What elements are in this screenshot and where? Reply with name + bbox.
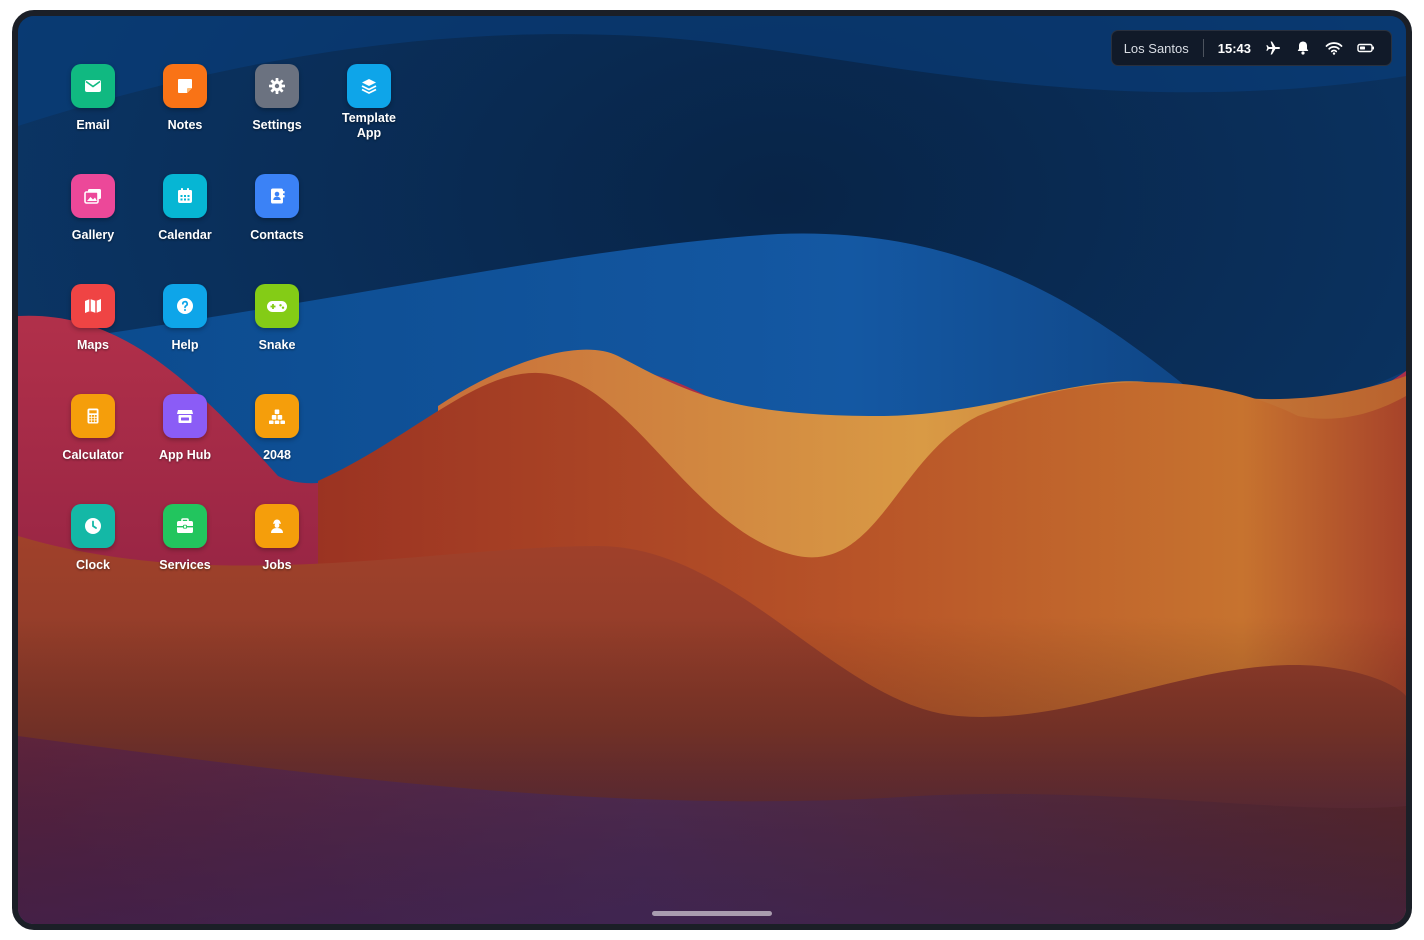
app-template-app[interactable]: Template App	[323, 64, 415, 141]
app-snake[interactable]: Snake	[231, 284, 323, 353]
app-tile[interactable]	[71, 64, 115, 108]
gear-icon	[269, 78, 285, 94]
app-tile[interactable]	[347, 64, 391, 108]
app-tile[interactable]	[255, 64, 299, 108]
app-tile[interactable]	[163, 64, 207, 108]
app-tile[interactable]	[71, 284, 115, 328]
app-label: Gallery	[71, 228, 115, 242]
app-label: Settings	[252, 118, 302, 132]
app-tile[interactable]	[163, 394, 207, 438]
note-icon	[178, 79, 192, 93]
app-label: Contacts	[250, 228, 304, 242]
app-label: 2048	[263, 448, 291, 462]
map-icon	[85, 299, 101, 313]
app-label: Email	[76, 118, 110, 132]
app-2048[interactable]: 2048	[231, 394, 323, 463]
app-tile[interactable]	[255, 504, 299, 548]
briefcase-icon	[177, 518, 193, 533]
app-notes[interactable]: Notes	[139, 64, 231, 133]
clock-icon	[85, 518, 101, 534]
app-services[interactable]: Services	[139, 504, 231, 573]
app-contacts[interactable]: Contacts	[231, 174, 323, 243]
app-label: App Hub	[158, 448, 212, 462]
app-gallery[interactable]: Gallery	[47, 174, 139, 243]
app-label: Template App	[342, 111, 396, 140]
app-label: Notes	[167, 118, 203, 132]
app-tile[interactable]	[71, 394, 115, 438]
mail-icon	[85, 80, 101, 92]
app-help[interactable]: Help	[139, 284, 231, 353]
app-clock[interactable]: Clock	[47, 504, 139, 573]
gamepad-icon	[267, 301, 287, 312]
app-label: Help	[171, 338, 199, 352]
app-label: Services	[159, 558, 211, 572]
app-tile[interactable]	[71, 174, 115, 218]
app-label: Maps	[77, 338, 109, 352]
home-indicator[interactable]	[652, 911, 772, 916]
images-icon	[84, 189, 101, 204]
app-label: Snake	[258, 338, 296, 352]
calendar-icon	[178, 188, 192, 203]
app-tile[interactable]	[255, 284, 299, 328]
app-tile[interactable]	[255, 394, 299, 438]
app-label: Calculator	[62, 448, 124, 462]
app-label: Calendar	[158, 228, 212, 242]
worker-icon	[271, 519, 283, 533]
cubes-icon	[269, 409, 285, 424]
app-grid: Email Notes Settings Template App Galler	[18, 16, 1406, 924]
app-app-hub[interactable]: App Hub	[139, 394, 231, 463]
app-jobs[interactable]: Jobs	[231, 504, 323, 573]
app-label: Clock	[75, 558, 111, 572]
app-settings[interactable]: Settings	[231, 64, 323, 133]
app-calculator[interactable]: Calculator	[47, 394, 139, 463]
app-tile[interactable]	[163, 174, 207, 218]
calculator-icon	[87, 408, 99, 424]
app-tile[interactable]	[163, 504, 207, 548]
app-tile[interactable]	[255, 174, 299, 218]
store-icon	[177, 410, 193, 423]
app-label: Jobs	[262, 558, 292, 572]
app-maps[interactable]: Maps	[47, 284, 139, 353]
help-icon	[177, 298, 193, 314]
app-tile[interactable]	[163, 284, 207, 328]
contacts-icon	[271, 188, 285, 204]
tablet-screen: Los Santos 15:43 Email Notes Settings Te…	[12, 10, 1412, 930]
layers-icon	[361, 79, 377, 94]
app-tile[interactable]	[71, 504, 115, 548]
app-email[interactable]: Email	[47, 64, 139, 133]
app-calendar[interactable]: Calendar	[139, 174, 231, 243]
